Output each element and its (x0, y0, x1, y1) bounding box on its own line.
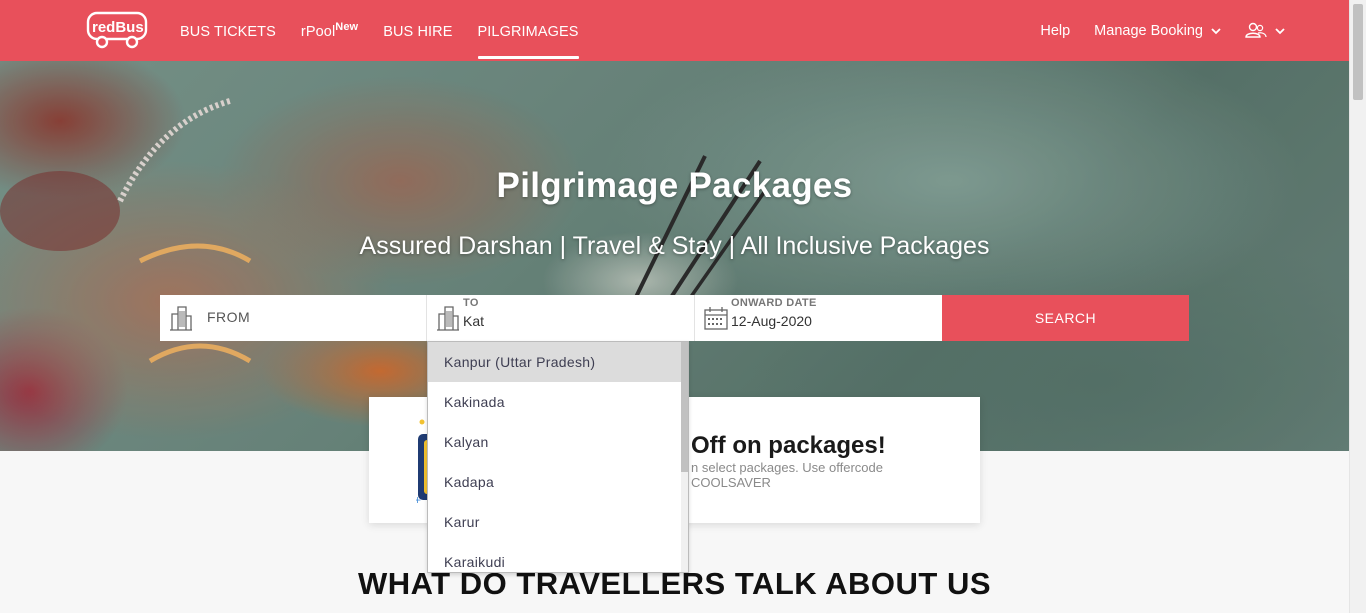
offer-code: COOLSAVER (691, 475, 771, 490)
suggestion-item[interactable]: Karaikudi (428, 542, 688, 572)
nav-label: PILGRIMAGES (477, 24, 579, 40)
calendar-icon (704, 307, 728, 330)
nav-label: rPool (300, 24, 336, 40)
destination-suggestions: Kanpur (Uttar Pradesh) Kakinada Kalyan K… (427, 341, 689, 573)
from-field[interactable]: FROM (160, 295, 427, 341)
city-buildings-icon (170, 306, 192, 331)
manage-booking-label: Manage Booking (1094, 22, 1203, 39)
date-value: 12-Aug-2020 (731, 313, 812, 329)
nav-bus-hire[interactable]: BUS HIRE (383, 0, 452, 61)
chevron-down-icon (1275, 27, 1285, 34)
to-input[interactable] (463, 313, 663, 329)
offer-title: Off on packages! (691, 432, 886, 459)
account-menu[interactable] (1245, 22, 1285, 40)
suggestion-item[interactable]: Karur (428, 502, 688, 542)
suggestion-item[interactable]: Kakinada (428, 382, 688, 422)
to-field[interactable]: TO (427, 295, 695, 341)
nav-rpool[interactable]: rPoolNew (301, 0, 358, 61)
offer-description: n select packages. Use offercode COOLSAV… (691, 460, 883, 490)
from-placeholder: FROM (207, 309, 251, 325)
suggestions-scrollbar[interactable] (681, 342, 688, 572)
nav-bus-tickets[interactable]: BUS TICKETS (180, 0, 276, 61)
city-buildings-icon (437, 306, 459, 331)
to-label: TO (463, 297, 479, 309)
offer-line-1: n select packages. Use offercode (691, 460, 883, 475)
page-scroll-thumb[interactable] (1353, 4, 1363, 100)
nav-label: BUS HIRE (383, 24, 453, 40)
suggestion-item[interactable]: Kanpur (Uttar Pradesh) (428, 342, 688, 382)
user-icon (1245, 22, 1267, 38)
nav-label: BUS TICKETS (180, 24, 276, 40)
manage-booking-dropdown[interactable]: Manage Booking (1094, 23, 1221, 39)
search-button[interactable]: SEARCH (942, 295, 1189, 341)
search-bar: FROM TO ONWARD DATE 12-Aug-2020 SEARCH (160, 295, 1189, 341)
nav-pilgrimages[interactable]: PILGRIMAGES (477, 0, 579, 61)
top-header: redBus BUS TICKETS rPoolNew BUS HIRE PIL… (0, 0, 1349, 61)
page-scrollbar[interactable] (1349, 0, 1366, 613)
main-nav: BUS TICKETS rPoolNew BUS HIRE PILGRIMAGE… (180, 0, 604, 61)
new-badge: New (335, 21, 359, 33)
help-link[interactable]: Help (1040, 23, 1070, 39)
suggestion-item[interactable]: Kalyan (428, 422, 688, 462)
suggestions-scroll-thumb[interactable] (681, 342, 688, 472)
svg-text:+: + (416, 493, 421, 507)
chevron-down-icon (1211, 27, 1221, 34)
date-field[interactable]: ONWARD DATE 12-Aug-2020 (695, 295, 942, 341)
right-nav: Help Manage Booking (1016, 0, 1285, 61)
hero-subtitle: Assured Darshan | Travel & Stay | All In… (359, 232, 990, 260)
suggestion-item[interactable]: Kadapa (428, 462, 688, 502)
hero-title: Pilgrimage Packages (496, 166, 853, 205)
redbus-logo[interactable]: redBus (86, 10, 150, 50)
help-label: Help (1040, 22, 1071, 39)
date-label: ONWARD DATE (731, 297, 817, 309)
svg-text:redBus: redBus (92, 19, 144, 36)
